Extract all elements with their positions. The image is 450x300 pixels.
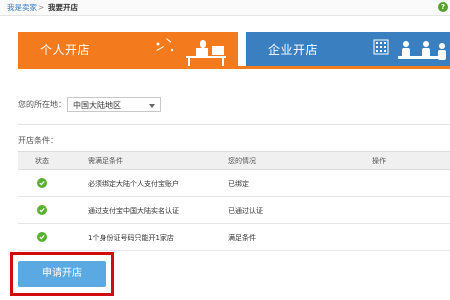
check-icon <box>37 232 47 242</box>
row-condition: 通过支付宝中国大陆实名认证 <box>88 207 179 215</box>
tab-business-store[interactable]: 企业开店 <box>246 32 450 66</box>
conditions-label: 开店条件： <box>18 136 58 145</box>
breadcrumb-separator: > <box>38 3 45 12</box>
row-condition: 必须绑定大陆个人支付宝账户 <box>88 180 179 188</box>
question-icon[interactable]: ? <box>438 2 448 12</box>
table-row: 必须绑定大陆个人支付宝账户 已绑定 <box>18 170 450 197</box>
tab-underline <box>18 66 450 69</box>
header-status: 状态 <box>35 157 49 165</box>
table-header: 状态 需满足条件 您的情况 操作 <box>18 151 450 170</box>
chevron-down-icon <box>149 104 155 108</box>
header-action: 操作 <box>372 157 386 165</box>
apply-button-highlight: 申请开店 <box>10 252 114 296</box>
row-situation: 满足条件 <box>228 234 256 242</box>
desk-person-icon <box>156 38 226 66</box>
breadcrumb-current: 我要开店 <box>48 3 78 12</box>
check-icon <box>37 205 47 215</box>
location-select[interactable]: 中国大陆地区 <box>67 97 161 112</box>
table-row: 通过支付宝中国大陆实名认证 已通过认证 <box>18 197 450 224</box>
row-situation: 已通过认证 <box>228 207 263 215</box>
row-situation: 已绑定 <box>228 180 249 188</box>
location-selected-value: 中国大陆地区 <box>73 101 121 110</box>
tab-business-label: 企业开店 <box>268 43 319 57</box>
tab-active-pointer <box>40 34 52 40</box>
breadcrumb: 我是卖家 > 我要开店 ? <box>0 0 450 16</box>
open-store-page: 我是卖家 > 我要开店 ? 个人开店 企业开店 您的所在地： 中国大陆地区 开店… <box>0 0 450 300</box>
section-divider <box>18 124 450 125</box>
location-label: 您的所在地： <box>18 100 66 109</box>
breadcrumb-link-seller[interactable]: 我是卖家 <box>7 0 37 15</box>
tab-personal-label: 个人开店 <box>40 43 91 57</box>
check-icon <box>37 178 47 188</box>
conditions-table: 状态 需满足条件 您的情况 操作 必须绑定大陆个人支付宝账户 已绑定 通过支付宝… <box>18 151 450 251</box>
office-meeting-icon <box>373 39 446 60</box>
header-situation: 您的情况 <box>228 157 256 165</box>
header-condition: 需满足条件 <box>88 157 123 165</box>
row-condition: 1个身份证号码只能开1家店 <box>88 234 174 242</box>
apply-store-button[interactable]: 申请开店 <box>18 261 106 287</box>
table-row: 1个身份证号码只能开1家店 满足条件 <box>18 224 450 251</box>
